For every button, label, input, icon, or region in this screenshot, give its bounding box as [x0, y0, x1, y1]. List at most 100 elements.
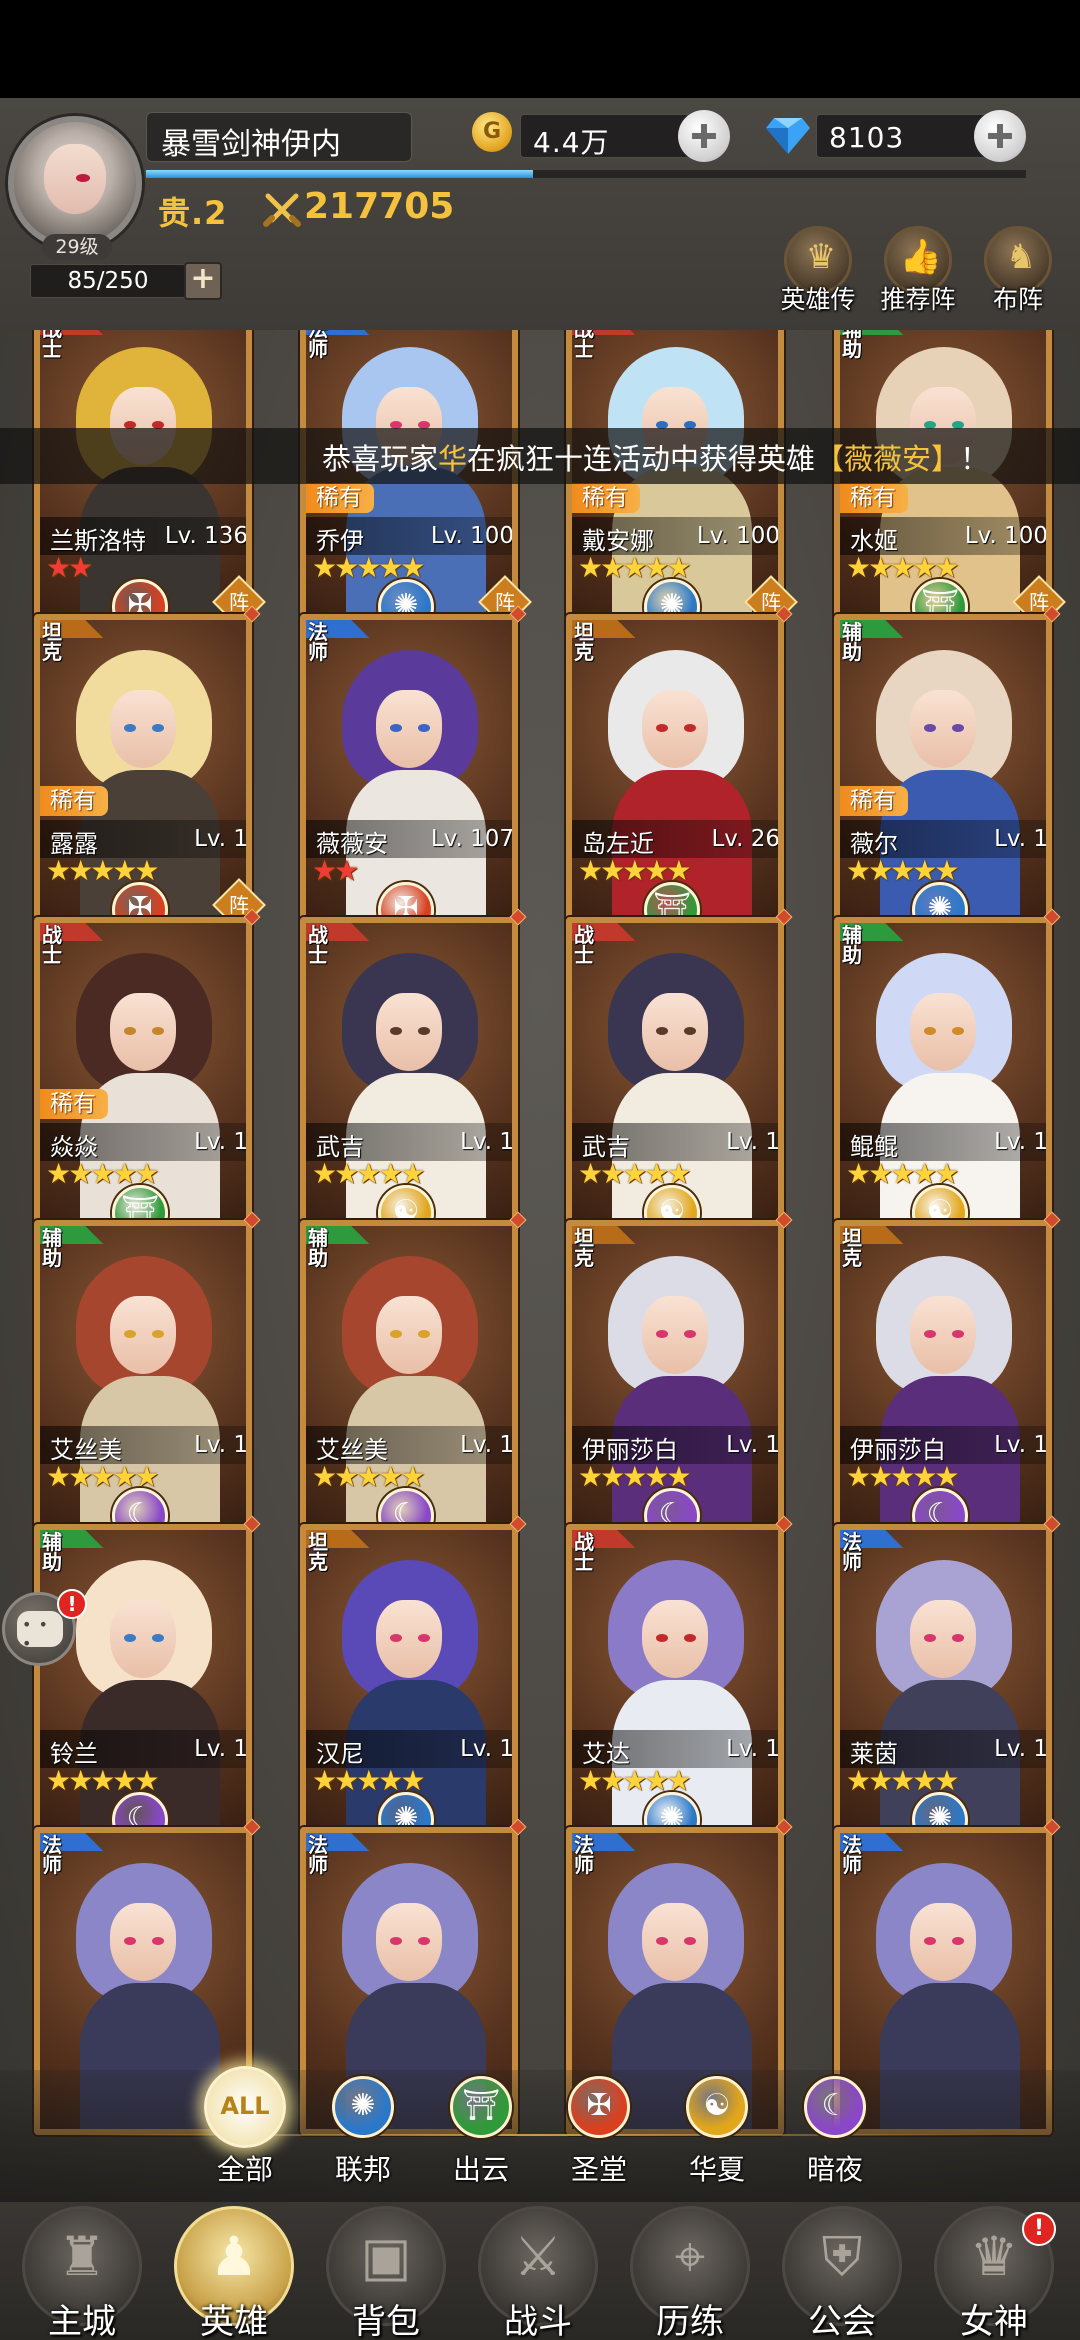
hero-card-frame: 战士 艾达 Lv. 1 ★★★★★	[566, 1523, 784, 1832]
nav-label: 英雄	[200, 2302, 268, 2340]
hero-eye	[924, 1633, 936, 1642]
hero-card[interactable]: 法师 莱茵 Lv. 1 ★★★★★ ✺	[834, 1515, 1061, 1848]
hero-class-tag: 战士	[40, 330, 104, 380]
filter-holy[interactable]: ✠ 圣堂	[554, 2076, 644, 2198]
hero-card[interactable]: 法师 薇薇安 Lv. 107 ★★ ✠	[300, 605, 527, 938]
nav-map-pin[interactable]: ⌖ 历练	[616, 2202, 764, 2340]
hero-card[interactable]: 辅助 艾丝美 Lv. 1 ★★★★★ ☾	[300, 1211, 527, 1545]
hero-eye	[684, 723, 696, 732]
hero-class-tag: 坦克	[306, 1529, 370, 1593]
hero-level: Lv. 1	[194, 825, 248, 852]
chat-button[interactable]: !	[2, 1589, 87, 1666]
combat-power: 217705	[304, 186, 455, 227]
hero-card[interactable]: 坦克 伊丽莎白 Lv. 1 ★★★★★ ☾	[566, 1211, 793, 1545]
hero-class-tag: 辅助	[840, 923, 904, 987]
hero-card[interactable]: 辅助 铃兰 Lv. 1 ★★★★★ ☾	[34, 1515, 261, 1848]
hero-class-label: 法师	[42, 1832, 62, 1877]
hero-card-frame: 辅助 稀有 薇尔 Lv. 1 ★★★★★	[834, 613, 1052, 922]
bottom-navigation: ♜ 主城 ♟ 英雄 ▣ 背包 ⚔ 战斗 ⌖ 历练 ⛨ 公会 ♛ 女神!	[0, 2202, 1080, 2340]
nav-castle[interactable]: ♜ 主城	[8, 2202, 156, 2340]
nav-crossed-swords[interactable]: ⚔ 战斗	[464, 2202, 612, 2340]
rarity-tag: 稀有	[840, 785, 908, 816]
hero-card[interactable]: 坦克 汉尼 Lv. 1 ★★★★★ ✺	[300, 1515, 527, 1848]
rarity-tag: 稀有	[306, 482, 374, 513]
nav-backpack[interactable]: ▣ 背包	[312, 2202, 460, 2340]
hero-card[interactable]: 坦克 岛左近 Lv. 26 ★★★★★ ⛩	[566, 605, 793, 938]
nav-hero-hood[interactable]: ♟ 英雄	[160, 2202, 308, 2340]
hero-eye	[952, 1936, 964, 1945]
hero-eye	[418, 1633, 430, 1642]
hero-card[interactable]: 战士 武吉 Lv. 1 ★★★★★ ☯	[300, 908, 527, 1242]
hero-name-row: 水姬 Lv. 100	[840, 516, 1046, 555]
hero-card[interactable]: 坦克 伊丽莎白 Lv. 1 ★★★★★ ☾	[834, 1211, 1061, 1545]
hero-face	[910, 689, 976, 768]
expand-capacity-button[interactable]: +	[184, 262, 222, 300]
exp-bar	[146, 170, 1026, 178]
add-gold-button[interactable]	[678, 110, 730, 162]
nav-goddess[interactable]: ♛ 女神!	[920, 2202, 1068, 2340]
hero-face	[110, 1902, 176, 1981]
hero-face	[910, 1296, 976, 1375]
hero-class-tag: 坦克	[40, 619, 104, 684]
nav-label: 历练	[656, 2302, 724, 2340]
hero-card[interactable]: 辅助 稀有 薇尔 Lv. 1 ★★★★★ ✺	[834, 605, 1061, 938]
hero-eye	[924, 1936, 936, 1945]
hero-face	[376, 1296, 442, 1375]
nav-shield-cross[interactable]: ⛨ 公会	[768, 2202, 916, 2340]
filter-union[interactable]: ✺ 联邦	[318, 2076, 408, 2198]
filter-all[interactable]: ALL 全部	[200, 2066, 290, 2198]
hero-face	[642, 993, 708, 1072]
union-gear-icon: ✺	[332, 2076, 394, 2138]
hero-face	[910, 1599, 976, 1678]
filter-cloud[interactable]: ⛩ 出云	[436, 2076, 526, 2198]
hero-card[interactable]: 辅助 鲲鲲 Lv. 1 ★★★★★ ☯	[834, 908, 1061, 1242]
hero-face	[376, 1599, 442, 1678]
hero-card[interactable]: 坦克 稀有 露露 Lv. 1 ★★★★★ ✠ 阵	[34, 605, 266, 938]
player-avatar[interactable]: 29级	[8, 116, 142, 260]
hero-class-tag: 辅助	[40, 1529, 104, 1593]
hero-class-tag: 坦克	[572, 619, 636, 684]
hero-face	[110, 1599, 176, 1678]
hero-class-tag: 战士	[572, 330, 636, 380]
hero-level: Lv. 1	[460, 1432, 514, 1459]
hero-card[interactable]: 战士 稀有 焱焱 Lv. 1 ★★★★★ ⛩	[34, 908, 261, 1242]
hero-name-row: 伊丽莎白 Lv. 1	[840, 1426, 1046, 1465]
filter-huaxia[interactable]: ☯ 华夏	[672, 2076, 762, 2198]
hero-class-tag: 辅助	[40, 1226, 104, 1290]
hero-class-tag: 法师	[40, 1832, 104, 1897]
hero-biography-button[interactable]: ♛ 英雄传	[770, 226, 866, 326]
diamond-icon	[766, 118, 810, 154]
hero-class-tag: 战士	[572, 923, 636, 987]
filter-label: 全部	[216, 2153, 273, 2186]
hero-level: Lv. 1	[994, 1129, 1048, 1156]
hero-class-label: 辅助	[842, 330, 862, 361]
hero-name-row: 乔伊 Lv. 100	[306, 516, 512, 555]
hero-level: Lv. 1	[994, 1735, 1048, 1762]
hero-eye	[952, 723, 964, 732]
hero-eye	[390, 723, 402, 732]
hero-name-row: 武吉 Lv. 1	[572, 1123, 778, 1162]
hero-name-row: 露露 Lv. 1	[40, 819, 248, 858]
hero-class-tag: 法师	[840, 1832, 904, 1897]
hero-card[interactable]: 战士 武吉 Lv. 1 ★★★★★ ☯	[566, 908, 793, 1242]
hero-class-label: 战士	[574, 330, 594, 361]
hero-name-row: 岛左近 Lv. 26	[572, 819, 778, 858]
hero-class-tag: 战士	[40, 923, 104, 987]
hero-eye	[952, 1633, 964, 1642]
filter-label: 联邦	[334, 2153, 391, 2186]
recommended-lineup-button[interactable]: 👍 推荐阵	[870, 226, 966, 326]
hero-card-frame: 辅助 艾丝美 Lv. 1 ★★★★★	[300, 1220, 518, 1529]
filter-night[interactable]: ☾ 暗夜	[790, 2076, 880, 2198]
hero-card[interactable]: 战士 艾达 Lv. 1 ★★★★★ ✺	[566, 1515, 793, 1848]
player-level-badge: 29级	[42, 234, 112, 260]
hero-face	[910, 1902, 976, 1981]
add-gem-button[interactable]	[974, 110, 1026, 162]
hero-class-tag: 战士	[572, 1529, 636, 1593]
hero-card-frame: 坦克 伊丽莎白 Lv. 1 ★★★★★	[834, 1220, 1052, 1529]
hero-eye	[152, 1633, 164, 1642]
hero-eye	[684, 1936, 696, 1945]
formation-button[interactable]: ♞ 布阵	[970, 226, 1066, 326]
hero-class-label: 坦克	[42, 619, 62, 664]
nav-alert-badge: !	[1022, 2212, 1056, 2246]
hero-card[interactable]: 辅助 艾丝美 Lv. 1 ★★★★★ ☾	[34, 1211, 261, 1545]
